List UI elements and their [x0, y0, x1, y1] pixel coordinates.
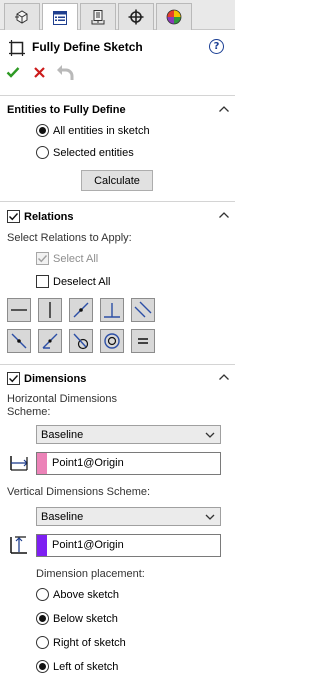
- concentric-relation-icon: [104, 333, 120, 349]
- chevron-down-icon: [205, 514, 215, 520]
- tab-property-manager[interactable]: [42, 3, 78, 31]
- deselect-all-checkbox[interactable]: [36, 275, 49, 288]
- calculate-button[interactable]: Calculate: [81, 170, 153, 191]
- divider: [0, 201, 235, 202]
- vertical-datum-value: Point1@Origin: [52, 539, 124, 551]
- configuration-manager-icon: [91, 10, 105, 25]
- relations-checkbox[interactable]: [7, 210, 20, 223]
- select-all-label: Select All: [53, 253, 99, 265]
- radio-left-of-sketch-label: Left of sketch: [53, 661, 119, 673]
- tab-strip: [0, 0, 235, 31]
- horizontal-relation-icon: [11, 309, 27, 311]
- feature-manager-tree-icon: [15, 10, 28, 24]
- relation-horizontal-button[interactable]: [7, 298, 31, 322]
- horizontal-scheme-value: Baseline: [41, 429, 84, 441]
- midpoint-relation-icon: [73, 302, 89, 318]
- dimension-placement-label: Dimension placement:: [36, 568, 145, 580]
- select-all-checkbox: [36, 252, 49, 265]
- check-mark-icon: [9, 375, 19, 383]
- vertical-scheme-label: Vertical Dimensions Scheme:: [7, 486, 151, 498]
- radio-right-of-sketch-label: Right of sketch: [53, 637, 126, 649]
- relations-apply-label: Select Relations to Apply:: [7, 232, 132, 244]
- tab-display-manager[interactable]: [156, 3, 192, 30]
- horizontal-datum-field[interactable]: Point1@Origin: [36, 452, 221, 475]
- horizontal-datum-color-swatch: [37, 453, 47, 474]
- relation-colinear-button[interactable]: [38, 329, 62, 353]
- vertical-datum-icon: [10, 536, 27, 554]
- deselect-all-label: Deselect All: [53, 276, 111, 288]
- radio-above-sketch-label: Above sketch: [53, 589, 120, 601]
- divider: [0, 95, 235, 96]
- radio-all-entities-label: All entities in sketch: [53, 125, 150, 137]
- radio-above-sketch[interactable]: [36, 588, 49, 601]
- relation-equal-button[interactable]: [131, 329, 155, 353]
- relation-vertical-button[interactable]: [38, 298, 62, 322]
- radio-left-of-sketch[interactable]: [36, 660, 49, 673]
- radio-all-entities[interactable]: [36, 124, 49, 137]
- collapse-chevron-icon[interactable]: [218, 210, 230, 220]
- tab-feature-manager[interactable]: [4, 3, 40, 30]
- tab-dimxpert-manager[interactable]: [118, 3, 154, 30]
- check-mark-icon: [38, 255, 48, 263]
- vertical-datum-color-swatch: [37, 535, 47, 556]
- property-manager-icon: [53, 10, 67, 25]
- relation-concentric-button[interactable]: [100, 329, 124, 353]
- dimxpert-manager-icon: [128, 9, 144, 25]
- page-title: Fully Define Sketch: [32, 40, 143, 54]
- tangent-relation-icon: [73, 333, 89, 350]
- collapse-chevron-icon[interactable]: [218, 104, 230, 114]
- horizontal-datum-value: Point1@Origin: [52, 457, 124, 469]
- radio-selected-entities-label: Selected entities: [53, 147, 134, 159]
- relation-tangent-button[interactable]: [69, 329, 93, 353]
- horizontal-scheme-label-2: Scheme:: [7, 406, 51, 418]
- undo-icon[interactable]: [56, 64, 76, 82]
- vertical-relation-icon: [49, 302, 51, 318]
- horizontal-scheme-label: Horizontal Dimensions: [7, 393, 118, 405]
- property-manager-header: Fully Define Sketch ?: [0, 30, 235, 95]
- perpendicular-relation-icon: [104, 303, 120, 318]
- colinear-relation-icon: [42, 333, 58, 349]
- radio-below-sketch[interactable]: [36, 612, 49, 625]
- divider: [0, 364, 235, 365]
- cancel-x-icon[interactable]: [33, 66, 46, 79]
- section-title-dimensions: Dimensions: [24, 373, 87, 385]
- section-title-relations: Relations: [24, 211, 74, 223]
- radio-below-sketch-label: Below sketch: [53, 613, 118, 625]
- display-manager-icon: [166, 9, 182, 25]
- coincident-relation-icon: [11, 333, 27, 349]
- relation-coincident-button[interactable]: [7, 329, 31, 353]
- tab-configuration-manager[interactable]: [80, 3, 116, 30]
- radio-selected-entities[interactable]: [36, 146, 49, 159]
- vertical-datum-field[interactable]: Point1@Origin: [36, 534, 221, 557]
- ok-check-icon[interactable]: [6, 65, 20, 79]
- equal-relation-icon: [138, 338, 148, 344]
- fully-define-sketch-icon: [9, 40, 25, 56]
- radio-right-of-sketch[interactable]: [36, 636, 49, 649]
- collapse-chevron-icon[interactable]: [218, 372, 230, 382]
- relation-midpoint-button[interactable]: [69, 298, 93, 322]
- help-icon[interactable]: ?: [209, 39, 224, 54]
- relation-perpendicular-button[interactable]: [100, 298, 124, 322]
- chevron-down-icon: [205, 432, 215, 438]
- relation-parallel-button[interactable]: [131, 298, 155, 322]
- dimensions-checkbox[interactable]: [7, 372, 20, 385]
- parallel-relation-icon: [134, 301, 152, 318]
- horizontal-scheme-select[interactable]: Baseline: [36, 425, 221, 444]
- check-mark-icon: [9, 213, 19, 221]
- section-title-entities: Entities to Fully Define: [7, 104, 126, 116]
- vertical-scheme-value: Baseline: [41, 511, 84, 523]
- horizontal-datum-icon: [10, 456, 28, 471]
- vertical-scheme-select[interactable]: Baseline: [36, 507, 221, 526]
